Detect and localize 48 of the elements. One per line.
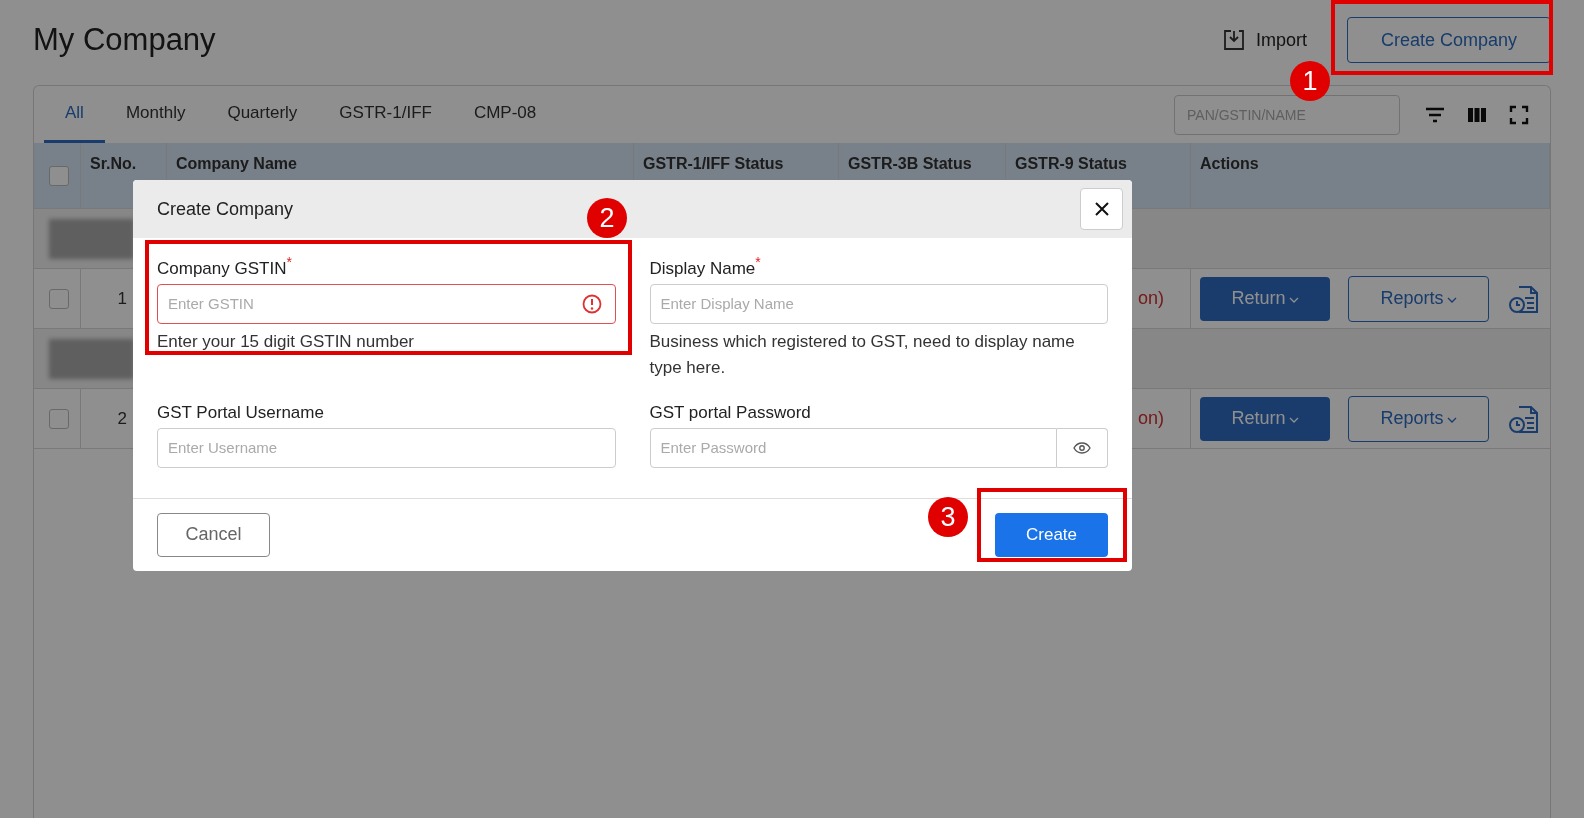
input-field[interactable]: Enter Password	[649, 427, 1057, 468]
chevron-icon	[1446, 296, 1457, 304]
eye-icon	[1073, 441, 1091, 454]
reports-button[interactable]: Reports	[1348, 275, 1489, 322]
create-company-button[interactable]: Create Company	[1347, 17, 1551, 63]
close-button[interactable]	[1080, 188, 1123, 230]
checkbox[interactable]	[49, 408, 69, 429]
page-title: My Company	[33, 22, 217, 58]
field-label: GST portal Password	[649, 402, 812, 423]
cancel-button[interactable]: Cancel	[157, 512, 270, 557]
input-field[interactable]: Enter Username	[157, 427, 616, 468]
serial-number: 1	[117, 288, 127, 309]
create-button[interactable]: Create	[995, 512, 1108, 557]
tab[interactable]: Monthly	[104, 86, 207, 143]
import-link[interactable]: Import	[1222, 28, 1307, 52]
helper-text: Business which registered to GST, need to display name type here.	[649, 330, 1076, 379]
step-number: 1	[1290, 61, 1330, 101]
reports-button[interactable]: Reports	[1348, 395, 1489, 442]
column-header: GSTR-1/IFF Status	[643, 155, 784, 173]
chevron-icon	[1288, 416, 1299, 424]
chevron-icon	[1288, 296, 1299, 304]
column-header: Company Name	[176, 155, 297, 173]
tab[interactable]: CMP-08	[452, 86, 558, 143]
field-label: GST Portal Username	[157, 402, 325, 423]
column-header: Actions	[1200, 155, 1259, 173]
column-header: Sr.No.	[90, 155, 137, 173]
tab[interactable]: GSTR-1/IFF	[318, 86, 453, 143]
input-field[interactable]: Enter GSTIN	[157, 283, 616, 324]
show-password-button[interactable]	[1057, 427, 1108, 468]
return-button[interactable]: Return	[1200, 396, 1330, 441]
import-icon	[1222, 28, 1246, 52]
status-text: on)	[1138, 288, 1164, 309]
chevron-icon	[1446, 416, 1457, 424]
tab[interactable]: Quarterly	[206, 86, 319, 143]
helper-text: Enter your 15 digit GSTIN number	[157, 330, 415, 353]
error-icon	[581, 293, 602, 314]
column-header: GSTR-3B Status	[848, 155, 972, 173]
dialog-title: Create Company	[157, 198, 294, 220]
checkbox[interactable]	[49, 288, 69, 309]
return-button[interactable]: Return	[1200, 276, 1330, 321]
field-label: Company GSTIN$^{*}$	[157, 254, 293, 279]
checkbox[interactable]	[49, 165, 69, 186]
serial-number: 2	[117, 408, 127, 429]
close-icon	[1093, 201, 1110, 217]
status-text: on)	[1138, 408, 1164, 429]
column-header: GSTR-9 Status	[1015, 155, 1127, 173]
field-label: Display Name$^{*}$	[649, 254, 762, 279]
input-field[interactable]: Enter Display Name	[649, 283, 1108, 324]
